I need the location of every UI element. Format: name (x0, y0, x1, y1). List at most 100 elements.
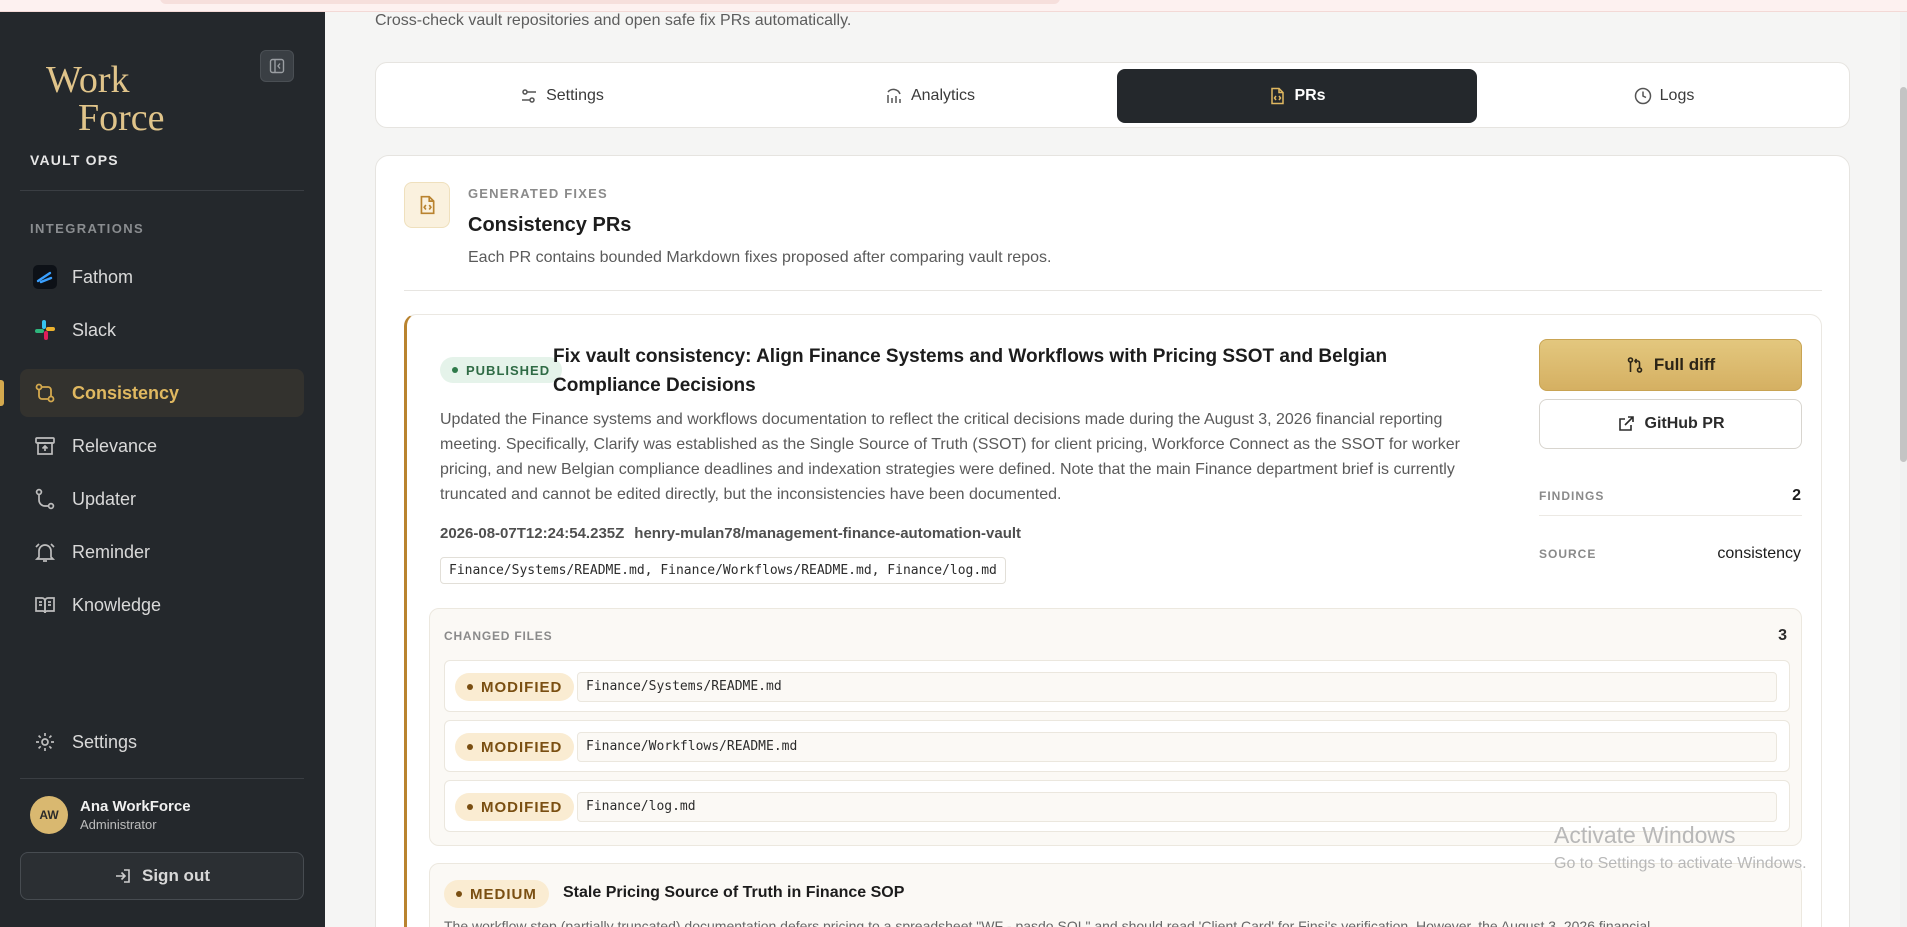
user-profile[interactable]: AW Ana WorkForce Administrator (30, 796, 191, 834)
sidebar-item-label: Updater (72, 488, 137, 509)
avatar: AW (30, 796, 68, 834)
sidebar-item-updater[interactable]: Updater (20, 475, 304, 523)
sidebar-item-label: Knowledge (72, 594, 162, 615)
browser-notification-strip (0, 0, 1907, 12)
sidebar-item-label: Fathom (72, 266, 134, 287)
sidebar-item-label: Relevance (72, 435, 158, 456)
logo-graphic: Work Force (46, 59, 165, 139)
pr-meta: 2026-08-07T12:24:54.235Z henry-mulan78/ma… (440, 525, 1021, 542)
watermark-title: Activate Windows (1554, 822, 1736, 848)
badge-label: MODIFIED (481, 798, 563, 816)
generated-fixes-card: GENERATED FIXES Consistency PRs Each PR … (375, 155, 1850, 927)
findings-value: 2 (1792, 487, 1801, 504)
badge-dot (467, 744, 473, 750)
logo-force-text: Force (78, 97, 165, 136)
tab-logs[interactable]: Logs (1484, 69, 1844, 123)
file-code-icon (1271, 87, 1285, 105)
card-divider (404, 290, 1822, 291)
sidebar-divider (20, 190, 304, 191)
sidebar-item-label: Reminder (72, 541, 151, 562)
severity-label: MEDIUM (470, 885, 537, 903)
git-compare-icon (1627, 357, 1643, 373)
tab-label: Logs (1659, 87, 1695, 104)
tab-settings[interactable]: Settings (382, 69, 742, 123)
bell-icon (32, 539, 58, 565)
changed-file-row[interactable]: MODIFIED Finance/Systems/README.md (444, 660, 1790, 712)
changed-files-panel: CHANGED FILES 3 MODIFIED Finance/Systems… (429, 608, 1802, 846)
file-code-icon (404, 182, 450, 228)
stat-divider (1539, 515, 1802, 516)
badge-label: MODIFIED (481, 678, 563, 696)
external-link-icon (1618, 416, 1634, 431)
updater-icon (32, 486, 58, 512)
watermark-subtitle: Go to Settings to activate Windows. (1554, 855, 1807, 872)
file-path: Finance/log.md (577, 792, 1777, 822)
sidebar-item-settings[interactable]: Settings (20, 718, 304, 766)
status-label: PUBLISHED (466, 362, 551, 378)
full-diff-label: Full diff (1653, 355, 1716, 374)
tab-label: Analytics (910, 87, 976, 104)
slack-icon (32, 317, 58, 343)
finding-body: The workflow step (partially truncated) … (444, 918, 1651, 927)
changed-file-row[interactable]: MODIFIED Finance/Workflows/README.md (444, 720, 1790, 772)
pr-files-summary: Finance/Systems/README.md, Finance/Workf… (440, 557, 1006, 584)
sidebar-item-label: Slack (72, 319, 117, 340)
fathom-icon (32, 264, 58, 290)
sidebar-divider (20, 778, 304, 779)
sidebar-item-label: Consistency (72, 382, 180, 403)
status-dot (452, 367, 458, 373)
modified-badge: MODIFIED (455, 793, 575, 821)
analytics-icon (887, 88, 901, 103)
full-diff-button[interactable]: Full diff (1539, 339, 1802, 391)
pr-title[interactable]: Fix vault consistency: Align Finance Sys… (553, 342, 1473, 400)
badge-dot (456, 891, 462, 897)
github-pr-button[interactable]: GitHub PR (1539, 399, 1802, 449)
changed-files-label: CHANGED FILES (444, 629, 553, 643)
collapse-sidebar-button[interactable] (260, 50, 294, 82)
tab-label: Settings (546, 87, 604, 104)
user-info: Ana WorkForce Administrator (80, 798, 191, 832)
sidebar-item-fathom[interactable]: Fathom (20, 253, 304, 301)
sign-out-label: Sign out (142, 866, 210, 885)
sidebar-item-slack[interactable]: Slack (20, 306, 304, 354)
logo-work-text: Work (46, 59, 129, 101)
page-scrollbar[interactable] (1900, 12, 1907, 927)
sidebar-item-label: Settings (72, 731, 138, 752)
github-pr-label: GitHub PR (1644, 415, 1725, 432)
pr-timestamp: 2026-08-07T12:24:54.235Z (440, 525, 625, 542)
badge-dot (467, 684, 473, 690)
badge-label: MODIFIED (481, 738, 563, 756)
integrations-section-label: INTEGRATIONS (30, 221, 145, 236)
active-indicator (0, 380, 4, 406)
gear-icon (32, 729, 58, 755)
changed-files-count: 3 (1778, 627, 1787, 644)
modified-badge: MODIFIED (455, 733, 575, 761)
sidebar-item-knowledge[interactable]: Knowledge (20, 581, 304, 629)
relevance-icon (32, 433, 58, 459)
clock-icon (1634, 87, 1651, 105)
panel-collapse-icon (269, 58, 285, 74)
sidebar-item-reminder[interactable]: Reminder (20, 528, 304, 576)
source-label: SOURCE (1539, 547, 1597, 561)
pr-description: Updated the Finance systems and workflow… (440, 411, 1460, 503)
scrollbar-thumb[interactable] (1900, 87, 1907, 462)
status-badge: PUBLISHED (440, 357, 563, 383)
card-description: Each PR contains bounded Markdown fixes … (468, 249, 1052, 266)
sidebar-item-consistency[interactable]: Consistency (20, 369, 304, 417)
tab-prs[interactable]: PRs (1117, 69, 1477, 123)
workforce-logo: Work Force (42, 56, 192, 139)
notification-pill (160, 0, 1060, 4)
page-subtitle: Cross-check vault repositories and open … (375, 12, 852, 29)
sign-out-button[interactable]: Sign out (20, 852, 304, 900)
findings-label: FINDINGS (1539, 489, 1605, 503)
file-path: Finance/Systems/README.md (577, 672, 1777, 702)
book-icon (32, 592, 58, 618)
sidebar-item-relevance[interactable]: Relevance (20, 422, 304, 470)
tab-bar: Settings Analytics PRs Logs (375, 62, 1850, 128)
sidebar: Work Force VAULT OPS INTEGRATIONS Fathom… (0, 12, 325, 927)
modified-badge: MODIFIED (455, 673, 575, 701)
tab-analytics[interactable]: Analytics (750, 69, 1110, 123)
org-name: VAULT OPS (30, 152, 119, 168)
sliders-icon (522, 89, 537, 103)
user-role: Administrator (80, 817, 157, 832)
